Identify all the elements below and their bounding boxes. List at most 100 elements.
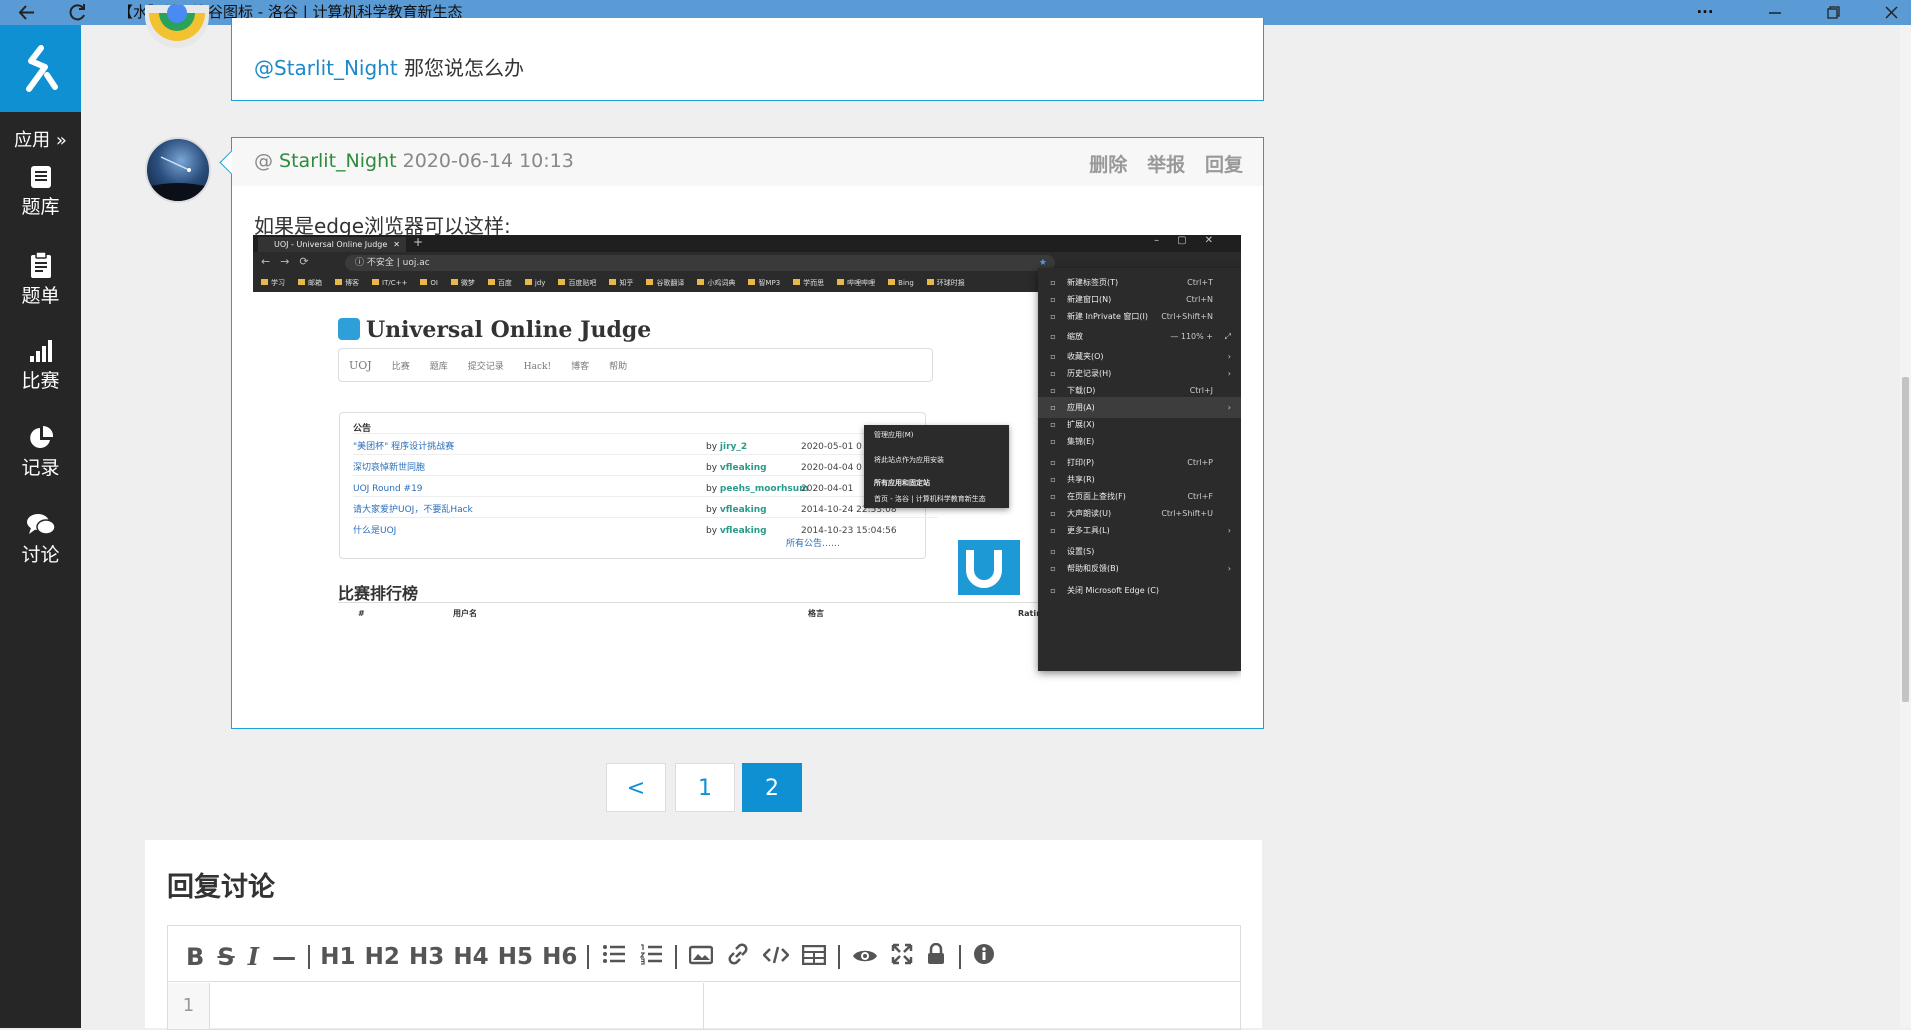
shot-bookmark: OI (420, 279, 438, 287)
lock-button[interactable] (926, 942, 946, 971)
strikethrough-button[interactable]: S (217, 943, 234, 971)
sidebar-item-problems[interactable]: 题库 (0, 164, 81, 241)
toolbar-divider (958, 944, 961, 969)
shot-tab: UOJ - Universal Online Judge ✕ (258, 237, 406, 252)
fullscreen-button[interactable] (891, 943, 913, 971)
page-2-button[interactable]: 2 (742, 763, 802, 812)
shot-apps-submenu: 管理应用(M) 将此站点作为应用安装 所有应用和固定站 首页 - 洛谷 | 计算… (864, 425, 1009, 508)
shot-url-field: ⓘ 不安全 | uoj.ac ★ (345, 255, 1055, 271)
shot-tab-strip: UOJ - Universal Online Judge ✕ + –▢✕ (253, 235, 1241, 252)
shot-bookmark: 百度 (487, 279, 512, 287)
apps-toggle[interactable]: 应用 » (0, 126, 81, 154)
preview-button[interactable] (852, 943, 878, 971)
shot-bookmark: IT/C++ (372, 279, 407, 287)
arrow-left-icon (18, 5, 34, 20)
luogu-logo[interactable] (0, 25, 81, 112)
h5-button[interactable]: H5 (498, 944, 533, 970)
reply-form-panel: 回复讨论 B S I — H1 H2 H3 H4 H5 H6 1 (145, 840, 1262, 1030)
hr-button[interactable]: — (272, 943, 296, 971)
shot-bookmark: 环球时报 (926, 279, 965, 287)
shot-edge-menu-item: ▫ 更多工具(L) › (1038, 520, 1241, 541)
folder-icon (837, 279, 845, 285)
shot-submenu-item: 首页 - 洛谷 | 计算机科学教育新生态 (874, 495, 986, 503)
code-button[interactable] (762, 943, 790, 971)
table-button[interactable] (801, 943, 827, 971)
h4-button[interactable]: H4 (453, 944, 488, 970)
ordered-list-button[interactable] (639, 943, 663, 971)
shot-rank-col: 格言 (808, 609, 824, 618)
folder-icon (926, 279, 934, 285)
shot-rank-col: 用户名 (453, 609, 477, 618)
restore-button[interactable] (1818, 0, 1848, 25)
author-link[interactable]: Starlit_Night (279, 150, 397, 172)
delete-button[interactable]: 删除 (1089, 154, 1127, 176)
h3-button[interactable]: H3 (409, 944, 444, 970)
bold-button[interactable]: B (186, 943, 204, 971)
avatar[interactable] (145, 5, 209, 48)
sidebar-item-contests[interactable]: 比赛 (0, 338, 81, 415)
shot-edge-menu: ▫ 新建标签页(T) Ctrl+T ▫ 新建窗口(N) Ctrl+N ▫ 新建 … (1038, 268, 1241, 671)
sidebar-item-training[interactable]: 题单 (0, 251, 81, 328)
page-scrollbar[interactable] (1900, 25, 1911, 1028)
image-button[interactable] (688, 943, 714, 971)
shot-announcement-row: 什么是UOJ by vfleaking 2014-10-23 15:04:56 (353, 517, 938, 544)
folder-icon (487, 279, 495, 285)
shot-bookmark: 谷歌翻译 (646, 279, 684, 287)
shot-submenu-item: 将此站点作为应用安装 (874, 456, 944, 464)
restore-icon (1827, 6, 1840, 19)
scrollbar-thumb[interactable] (1902, 377, 1909, 702)
sidebar-item-records[interactable]: 记录 (0, 425, 81, 502)
sidebar-item-discuss[interactable]: 讨论 (0, 512, 81, 589)
page-1-button[interactable]: 1 (675, 763, 735, 812)
reply-form-heading: 回复讨论 (167, 872, 275, 903)
italic-button[interactable]: I (248, 942, 259, 971)
shot-edge-menu-item: ▫ 缩放 — 110% + ⤢ (1038, 326, 1241, 347)
ordered-list-icon (639, 943, 662, 965)
editor-textarea[interactable] (210, 983, 702, 1029)
folder-icon (558, 279, 566, 285)
shot-bookmark: 智MP3 (748, 279, 780, 287)
report-button[interactable]: 举报 (1147, 154, 1185, 176)
toolbar-divider (838, 944, 841, 969)
shot-bookmark: 小鸡词典 (697, 279, 735, 287)
back-button[interactable] (12, 0, 42, 25)
shot-url-text: uoj.ac (402, 258, 430, 268)
reply-time: 2020-06-14 10:13 (402, 150, 574, 172)
h1-button[interactable]: H1 (320, 944, 355, 970)
starry-night-avatar-icon (147, 156, 209, 201)
prev-page-button[interactable]: < (606, 763, 666, 812)
editor-toolbar: B S I — H1 H2 H3 H4 H5 H6 (168, 926, 1240, 982)
shot-menu-item-icon: ▫ (1050, 526, 1056, 535)
folder-icon (450, 279, 458, 285)
shot-insecure-label: 不安全 (366, 258, 394, 268)
sidebar-item-label: 讨论 (21, 544, 60, 566)
shot-menu-item-icon: ▫ (1050, 437, 1056, 446)
h2-button[interactable]: H2 (365, 944, 400, 970)
shot-bookmark: 微梦 (450, 279, 475, 287)
avatar[interactable] (145, 137, 211, 203)
shot-site-nav-item: 帮助 (609, 362, 628, 372)
luogu-logo-icon (25, 44, 58, 92)
minimize-button[interactable] (1760, 0, 1790, 25)
shot-site-nav-item: 博客 (571, 362, 590, 372)
reply-button[interactable]: 回复 (1205, 154, 1243, 176)
folder-icon (372, 279, 379, 285)
lock-icon (928, 942, 945, 964)
help-button[interactable] (973, 943, 995, 971)
sidebar: 应用 » 题库 题单 比赛 记录 讨论 (0, 25, 81, 1028)
shot-announcement-by: by vfleaking (706, 526, 767, 536)
toolbar-divider (308, 944, 311, 969)
uoj-logo-icon (966, 550, 1002, 588)
link-button[interactable] (726, 943, 750, 971)
close-button[interactable] (1876, 0, 1906, 25)
shot-menu-item-icon: ▫ (1050, 564, 1056, 573)
shot-rank-table-header: # 用户名 格言 Rating (338, 602, 1058, 625)
shot-bookmark: 邮箱 (298, 279, 322, 287)
unordered-list-button[interactable] (602, 943, 626, 971)
mention-link[interactable]: @Starlit_Night (254, 56, 398, 80)
refresh-button[interactable] (63, 0, 93, 25)
more-button[interactable]: ··· (1690, 0, 1720, 25)
folder-icon (697, 279, 705, 285)
shot-bookmark: 百度贴吧 (558, 279, 596, 287)
h6-button[interactable]: H6 (542, 944, 577, 970)
